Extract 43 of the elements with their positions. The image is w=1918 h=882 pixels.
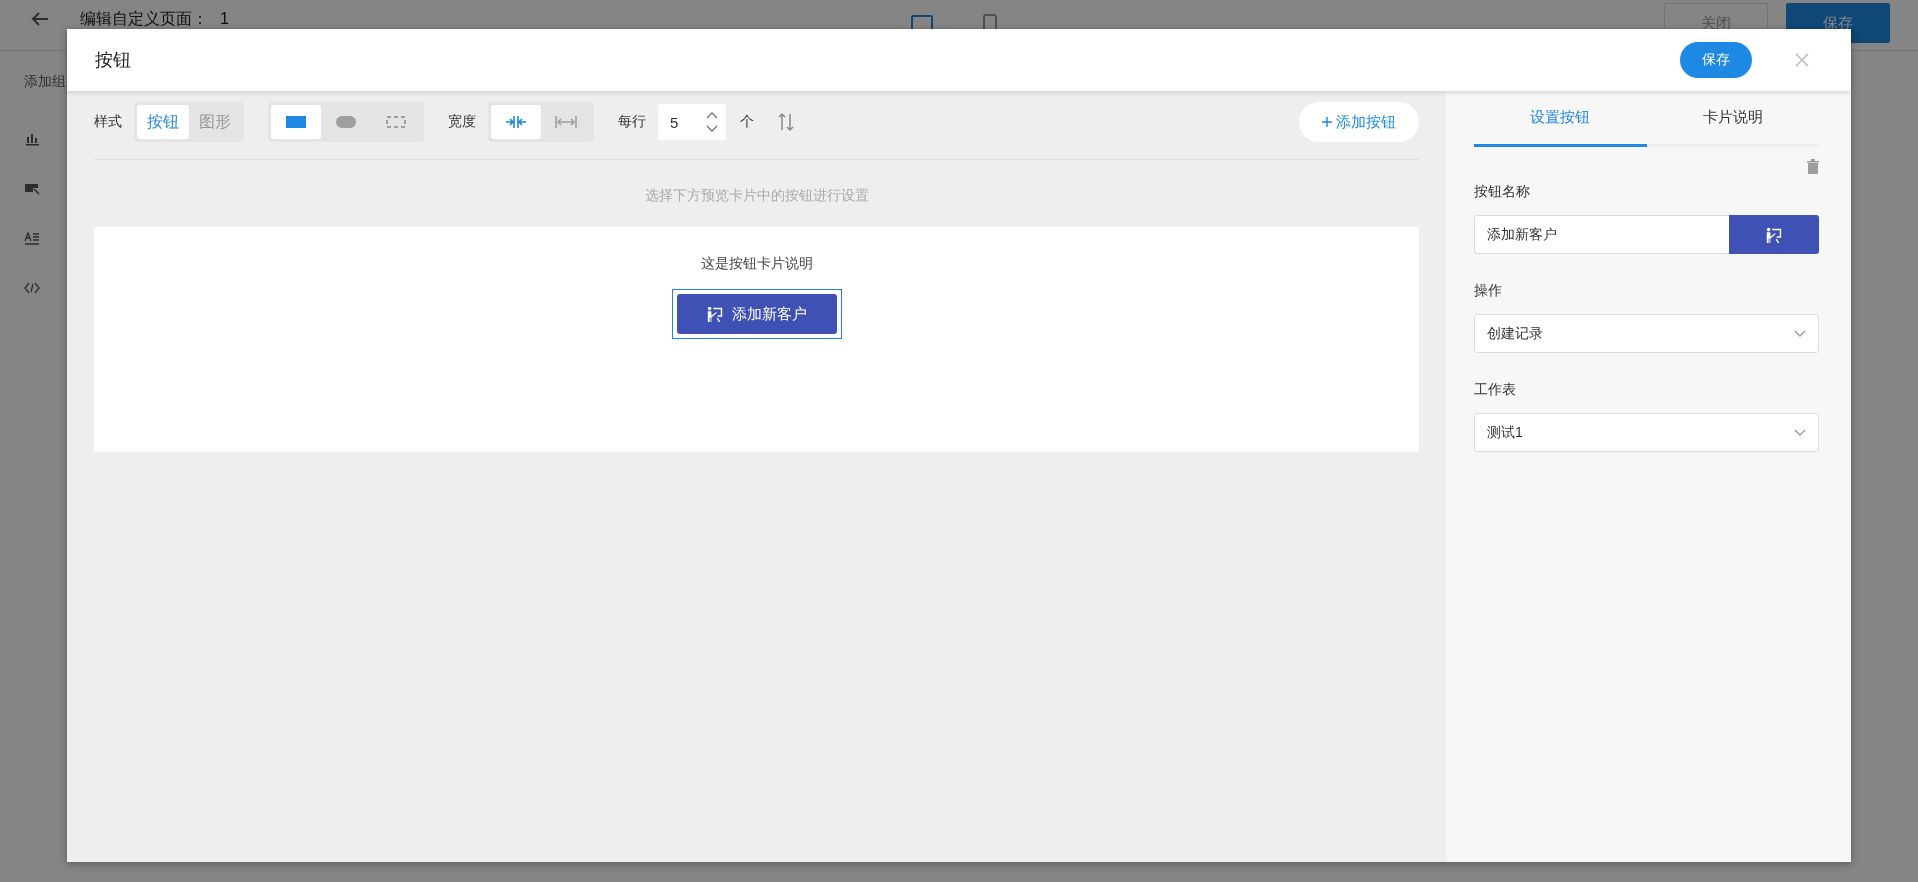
sidebar-heading: 添加组 xyxy=(24,73,67,91)
filled-shape-option[interactable] xyxy=(271,105,321,139)
page-title: 编辑自定义页面： xyxy=(80,10,208,28)
per-row-input[interactable]: 5 xyxy=(658,104,726,140)
presenter-icon xyxy=(1765,225,1783,244)
rounded-rectangle-icon xyxy=(336,116,356,128)
width-label: 宽度 xyxy=(448,113,476,131)
chevron-down-icon xyxy=(1794,329,1806,338)
add-button[interactable]: 添加按钮 xyxy=(1299,102,1419,142)
plus-icon xyxy=(1322,117,1332,127)
card-description: 这是按钮卡片说明 xyxy=(700,255,813,273)
tab[interactable]: 卡片说明 xyxy=(1646,91,1819,147)
rectangle-icon xyxy=(286,116,306,128)
compact-width-option[interactable] xyxy=(491,105,541,139)
sort-arrows-icon[interactable] xyxy=(778,112,794,132)
page-name: 1 xyxy=(220,10,229,28)
dashed-rectangle-icon xyxy=(386,116,406,128)
presenter-icon xyxy=(706,305,724,323)
rich-text-icon xyxy=(24,230,40,246)
arrows-outward-icon xyxy=(555,115,577,129)
unit-label: 个 xyxy=(740,113,754,131)
save-button[interactable]: 保存 xyxy=(1680,42,1752,78)
tab[interactable]: 设置按钮 xyxy=(1474,91,1647,147)
code-icon xyxy=(24,280,40,296)
hint-text: 选择下方预览卡片中的按钮进行设置 xyxy=(643,187,870,205)
trash-icon[interactable] xyxy=(1807,159,1819,174)
close-icon[interactable] xyxy=(1795,53,1809,67)
style-option[interactable]: 按钮 xyxy=(137,105,189,139)
field-label: 操作 xyxy=(1474,282,1503,300)
action-select[interactable]: 创建记录 xyxy=(1474,314,1819,353)
arrows-inward-icon xyxy=(505,115,527,129)
style-option[interactable]: 图形 xyxy=(189,105,241,139)
dialog-title: 按钮 xyxy=(95,49,131,72)
worksheet-select[interactable]: 测试1 xyxy=(1474,413,1819,452)
per-row-label: 每行 xyxy=(618,113,646,131)
preview-button[interactable]: 添加新客户 xyxy=(676,294,837,334)
button-name-field[interactable]: 添加新客户 xyxy=(1474,215,1729,254)
icon-picker-button[interactable] xyxy=(1729,215,1819,254)
chevron-down-icon xyxy=(1794,428,1806,437)
style-label: 样式 xyxy=(94,113,122,131)
stepper-icon[interactable] xyxy=(706,111,718,133)
field-label: 按钮名称 xyxy=(1474,183,1531,201)
field-label: 工作表 xyxy=(1474,381,1517,399)
